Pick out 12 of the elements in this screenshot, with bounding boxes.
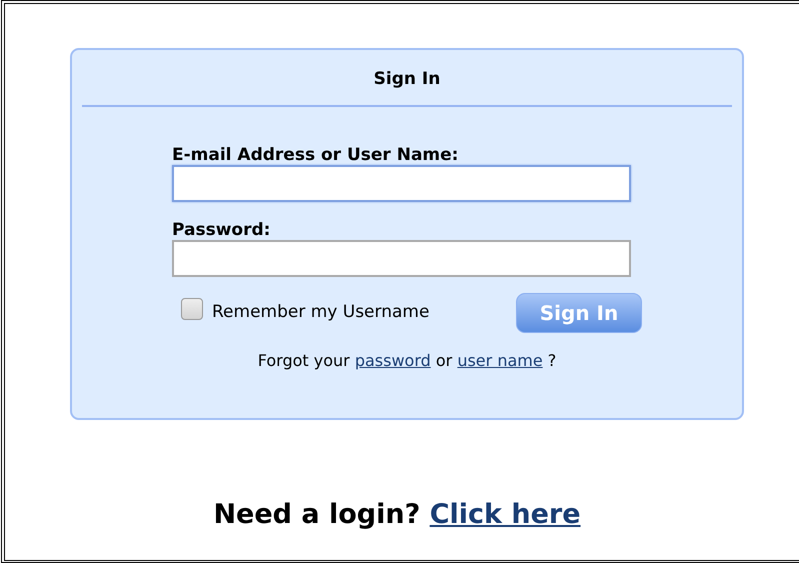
forgot-text: Forgot your password or user name ?: [256, 350, 558, 372]
signup-prompt: Need a login? Click here: [212, 498, 582, 532]
remember-checkbox[interactable]: [181, 298, 203, 320]
password-link[interactable]: password: [354, 350, 431, 370]
username-link[interactable]: user name: [457, 350, 543, 370]
panel-title: Sign In: [372, 68, 442, 91]
remember-label: Remember my Username: [212, 300, 430, 324]
input-field[interactable]: [172, 240, 631, 276]
field-label: Password:: [172, 220, 272, 240]
click-here-link[interactable]: Click here: [430, 499, 581, 530]
input-field[interactable]: [172, 164, 631, 202]
field-label: E-mail Address or User Name:: [172, 144, 460, 164]
